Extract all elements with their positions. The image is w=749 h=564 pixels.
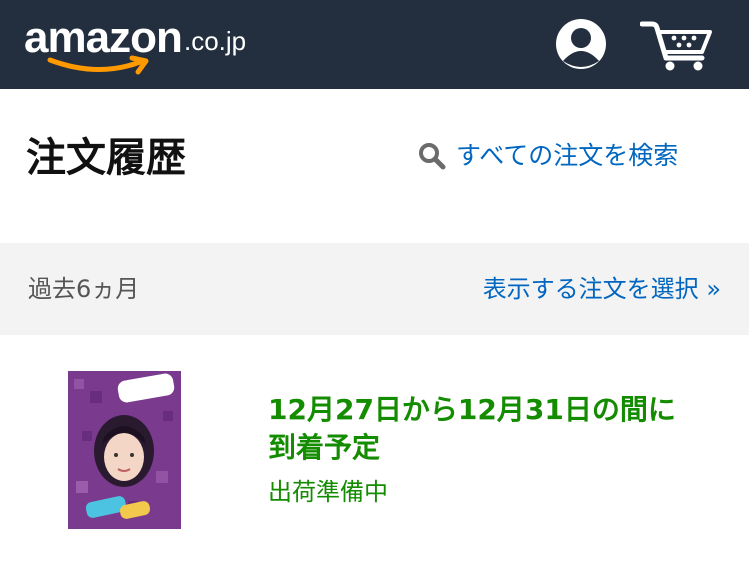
- select-orders-link[interactable]: 表示する注文を選択 »: [483, 269, 721, 309]
- top-navigation-bar: amazon .co.jp: [0, 0, 749, 89]
- magnifier-icon: [419, 143, 446, 170]
- account-icon[interactable]: [554, 17, 608, 71]
- search-all-orders-link[interactable]: すべての注文を検索: [418, 136, 678, 176]
- search-link-label: すべての注文を検索: [456, 141, 679, 170]
- delivery-expected-label: 到着予定: [268, 431, 381, 464]
- smile-arrow-icon: [47, 55, 149, 75]
- amazon-logo[interactable]: amazon .co.jp: [24, 14, 254, 75]
- shipping-status: 出荷準備中: [268, 478, 388, 506]
- cart-icon[interactable]: [640, 18, 714, 72]
- product-thumbnail[interactable]: [68, 371, 181, 529]
- page-title: 注文履歴: [26, 135, 186, 181]
- delivery-date-range: 12月27日から12月31日の間に: [268, 393, 676, 426]
- delivery-estimate: 12月27日から12月31日の間に 到着予定: [268, 391, 728, 467]
- order-item[interactable]: 12月27日から12月31日の間に 到着予定 出荷準備中: [0, 335, 749, 564]
- time-period-label: 過去6ヵ月: [28, 275, 140, 303]
- logo-domain-suffix: .co.jp: [184, 26, 247, 56]
- order-filter-bar: 過去6ヵ月 表示する注文を選択 »: [0, 243, 749, 335]
